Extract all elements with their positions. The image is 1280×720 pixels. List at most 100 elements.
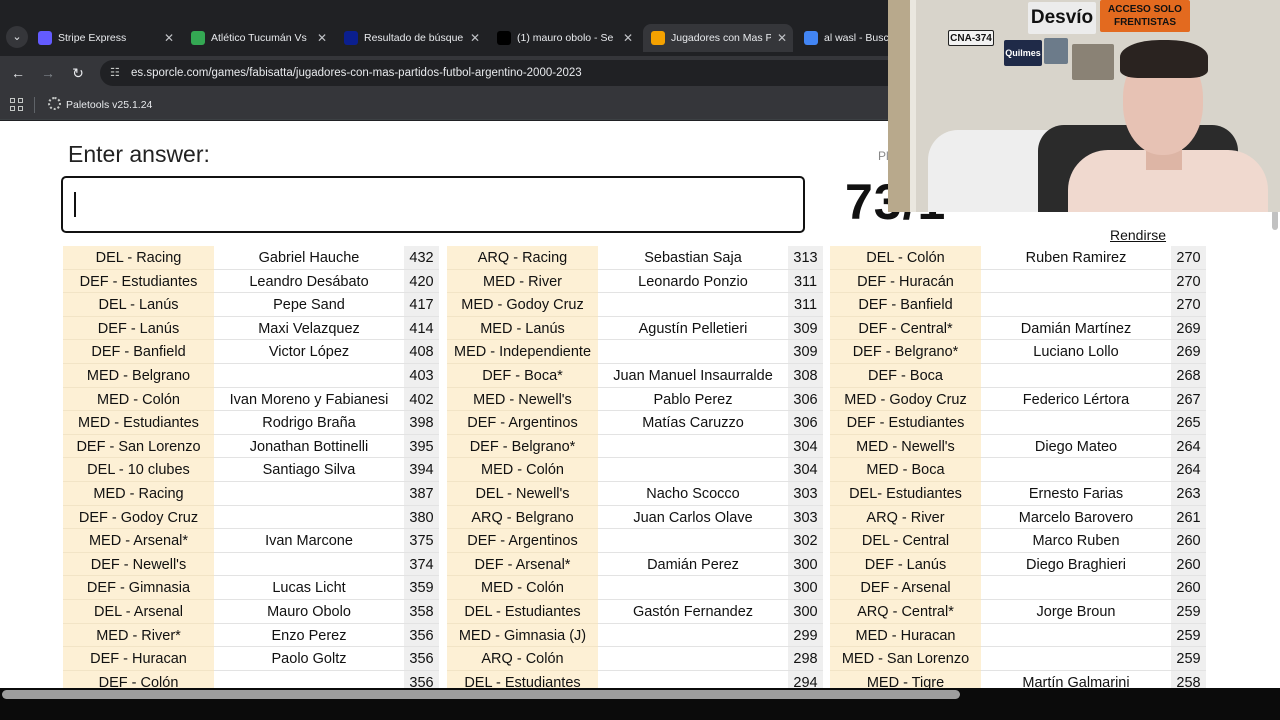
answer-matches-count: 309 (788, 316, 823, 341)
answer-category: DEF - Argentinos (447, 529, 598, 553)
answer-row: DEF - Arsenal* Damián Perez 300 (447, 552, 823, 577)
tab-1[interactable]: Stripe Express ✕ (30, 24, 180, 52)
site-settings-icon[interactable]: ☷ (110, 66, 124, 80)
answer-matches-count: 395 (404, 434, 439, 459)
answer-category: DEL - 10 clubes (63, 458, 214, 482)
sticker-quilmes: Quilmes (1004, 40, 1042, 66)
answer-category: MED - Tigre (830, 670, 981, 688)
answer-category: ARQ - Racing (447, 246, 598, 270)
sticker-plate: CNA-374 (948, 30, 994, 46)
answer-player-name: Maxi Velazquez (214, 316, 404, 341)
answer-player-name (981, 623, 1171, 648)
answer-category: DEF - Lanús (830, 552, 981, 577)
answer-player-name (598, 434, 788, 459)
answer-matches-count: 313 (788, 246, 823, 270)
answer-matches-count: 356 (404, 623, 439, 648)
webcam-overlay: Desvío ACCESO SOLO FRENTISTAS CNA-374 Qu… (888, 0, 1280, 212)
answer-row: MED - Huracan 259 (830, 623, 1206, 648)
answer-row: DEF - Huracan Paolo Goltz 356 (63, 647, 439, 671)
answer-player-name (981, 458, 1171, 482)
answer-category: DEL - Newell's (447, 482, 598, 506)
answer-input[interactable] (61, 176, 805, 233)
tab-close-icon[interactable]: ✕ (317, 24, 327, 52)
answer-row: MED - Lanús Agustín Pelletieri 309 (447, 316, 823, 341)
answer-matches-count: 306 (788, 411, 823, 435)
answer-player-name (214, 505, 404, 530)
sticker-photo (1044, 38, 1068, 64)
answer-matches-count: 269 (1171, 316, 1206, 341)
answer-category: DEF - Belgrano* (447, 434, 598, 459)
bookmark-divider (34, 97, 35, 113)
answer-player-name: Sebastian Saja (598, 246, 788, 270)
answer-row: ARQ - Racing Sebastian Saja 313 (447, 246, 823, 270)
answer-player-name: Juan Carlos Olave (598, 505, 788, 530)
tab-5[interactable]: Jugadores con Mas P ✕ (643, 24, 793, 52)
answer-player-name (981, 647, 1171, 671)
answer-player-name: Martín Galmarini (981, 670, 1171, 688)
tab-search-chevron-icon[interactable]: ⌄ (6, 26, 28, 48)
answer-matches-count: 270 (1171, 269, 1206, 294)
answer-category: DEF - Boca (830, 364, 981, 388)
answer-player-name: Ivan Moreno y Fabianesi (214, 387, 404, 412)
answer-category: DEL - Racing (63, 246, 214, 270)
back-arrow-icon[interactable]: ← (8, 63, 28, 83)
forward-arrow-icon[interactable]: → (38, 63, 58, 83)
answer-player-name: Enzo Perez (214, 623, 404, 648)
tab-4[interactable]: (1) mauro obolo - Se ✕ (489, 24, 639, 52)
tab-close-icon[interactable]: ✕ (470, 24, 480, 52)
answer-row: DEF - Godoy Cruz 380 (63, 505, 439, 530)
answer-player-name: Paolo Goltz (214, 647, 404, 671)
answer-matches-count: 300 (788, 600, 823, 624)
tab-title: Jugadores con Mas P (671, 32, 771, 44)
answer-matches-count: 306 (788, 387, 823, 412)
answer-category: ARQ - Belgrano (447, 505, 598, 530)
tab-title: Resultado de búsque (364, 32, 464, 44)
answer-category: MED - Godoy Cruz (830, 387, 981, 412)
answer-category: MED - Huracan (830, 623, 981, 648)
answer-category: DEF - Newell's (63, 552, 214, 577)
answer-row: DEL - Racing Gabriel Hauche 432 (63, 246, 439, 270)
answer-matches-count: 260 (1171, 576, 1206, 600)
address-bar[interactable]: ☷ es.sporcle.com/games/fabisatta/jugador… (100, 60, 900, 86)
vertical-scrollbar-thumb[interactable] (1272, 210, 1278, 230)
answer-matches-count: 299 (788, 623, 823, 648)
tab-favicon-icon (344, 31, 358, 45)
answer-category: MED - Newell's (447, 387, 598, 412)
answer-row: DEF - Belgrano* 304 (447, 434, 823, 459)
answer-matches-count: 259 (1171, 647, 1206, 671)
horizontal-scrollbar-thumb[interactable] (2, 690, 960, 699)
tab-2[interactable]: Atlético Tucumán Vs ✕ (183, 24, 333, 52)
answer-category: DEF - Estudiantes (830, 411, 981, 435)
answer-category: DEF - Huracan (63, 647, 214, 671)
url-text[interactable]: es.sporcle.com/games/fabisatta/jugadores… (131, 60, 582, 86)
enter-answer-label: Enter answer: (68, 141, 210, 167)
answer-row: DEL - Arsenal Mauro Obolo 358 (63, 600, 439, 624)
answer-row: MED - San Lorenzo 259 (830, 647, 1206, 671)
tab-close-icon[interactable]: ✕ (777, 24, 787, 52)
tab-close-icon[interactable]: ✕ (164, 24, 174, 52)
answer-row: DEL - Central Marco Ruben 260 (830, 529, 1206, 553)
answer-matches-count: 261 (1171, 505, 1206, 530)
tab-close-icon[interactable]: ✕ (623, 24, 633, 52)
answer-row: DEF - Boca 268 (830, 364, 1206, 388)
answer-player-name (981, 293, 1171, 317)
tab-3[interactable]: Resultado de búsque ✕ (336, 24, 486, 52)
answer-matches-count: 268 (1171, 364, 1206, 388)
answer-matches-count: 414 (404, 316, 439, 341)
answer-category: DEF - San Lorenzo (63, 434, 214, 459)
webcam-person-hair (1120, 40, 1208, 78)
answer-row: MED - Godoy Cruz Federico Lértora 267 (830, 387, 1206, 412)
answer-matches-count: 359 (404, 576, 439, 600)
reload-icon[interactable]: ↻ (68, 63, 88, 83)
answer-row: MED - Colón Ivan Moreno y Fabianesi 402 (63, 387, 439, 412)
apps-grid-icon[interactable] (10, 98, 23, 111)
answer-row: DEF - Central* Damián Martínez 269 (830, 316, 1206, 341)
give-up-link[interactable]: Rendirse (1110, 227, 1166, 243)
answer-matches-count: 270 (1171, 246, 1206, 270)
bookmark-paletools[interactable]: Paletools v25.1.24 (48, 90, 152, 120)
tab-title: Atlético Tucumán Vs (211, 32, 307, 44)
answer-player-name: Gastón Fernandez (598, 600, 788, 624)
answer-player-name: Mauro Obolo (214, 600, 404, 624)
answer-row: MED - Colón 304 (447, 458, 823, 482)
answer-player-name (598, 670, 788, 688)
